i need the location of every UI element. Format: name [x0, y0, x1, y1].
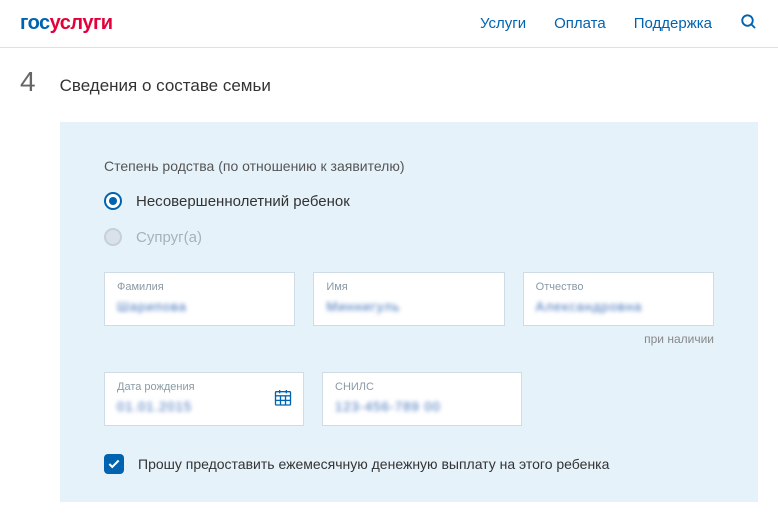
name-fields-row: Фамилия Шарипова Имя Миннигуль Отчество …	[104, 272, 714, 326]
radio-child-label: Несовершеннолетний ребенок	[136, 193, 350, 210]
patronymic-hint: при наличии	[104, 332, 714, 346]
nav-support[interactable]: Поддержка	[634, 15, 712, 32]
payment-checkbox-row: Прошу предоставить ежемесячную денежную …	[104, 454, 714, 474]
calendar-icon[interactable]	[273, 388, 293, 411]
step-header: 4 Сведения о составе семьи	[0, 48, 778, 122]
snils-field[interactable]: СНИЛС 123-456-789 00	[322, 372, 522, 426]
check-icon	[107, 457, 121, 471]
surname-field[interactable]: Фамилия Шарипова	[104, 272, 295, 326]
radio-spouse[interactable]: Супруг(а)	[104, 228, 714, 246]
radio-spouse-label: Супруг(а)	[136, 229, 202, 246]
snils-label: СНИЛС	[335, 381, 509, 393]
nav-services[interactable]: Услуги	[480, 15, 526, 32]
birthdate-field[interactable]: Дата рождения 01.01.2015	[104, 372, 304, 426]
nav-payment[interactable]: Оплата	[554, 15, 606, 32]
logo[interactable]: госуслуги	[20, 12, 113, 35]
patronymic-label: Отчество	[536, 281, 701, 293]
firstname-value: Миннигуль	[326, 299, 491, 315]
details-fields-row: Дата рождения 01.01.2015 СНИЛС 123-456-7…	[104, 372, 714, 426]
search-icon[interactable]	[740, 13, 758, 34]
step-title: Сведения о составе семьи	[60, 76, 271, 96]
radio-child[interactable]: Несовершеннолетний ребенок	[104, 192, 714, 210]
payment-checkbox[interactable]	[104, 454, 124, 474]
patronymic-field[interactable]: Отчество Александровна	[523, 272, 714, 326]
patronymic-value: Александровна	[536, 299, 701, 315]
nav: Услуги Оплата Поддержка	[480, 13, 758, 34]
logo-gos: гос	[20, 12, 50, 34]
radio-circle-icon	[104, 228, 122, 246]
surname-label: Фамилия	[117, 281, 282, 293]
firstname-field[interactable]: Имя Миннигуль	[313, 272, 504, 326]
firstname-label: Имя	[326, 281, 491, 293]
radio-circle-icon	[104, 192, 122, 210]
form-panel: Степень родства (по отношению к заявител…	[60, 122, 758, 502]
snils-value: 123-456-789 00	[335, 399, 509, 415]
birthdate-label: Дата рождения	[117, 381, 291, 393]
relation-label: Степень родства (по отношению к заявител…	[104, 158, 714, 174]
surname-value: Шарипова	[117, 299, 282, 315]
birthdate-value: 01.01.2015	[117, 399, 291, 415]
payment-checkbox-label: Прошу предоставить ежемесячную денежную …	[138, 456, 609, 472]
logo-uslugi: услуги	[50, 12, 113, 34]
header: госуслуги Услуги Оплата Поддержка	[0, 0, 778, 48]
step-number: 4	[20, 66, 36, 98]
